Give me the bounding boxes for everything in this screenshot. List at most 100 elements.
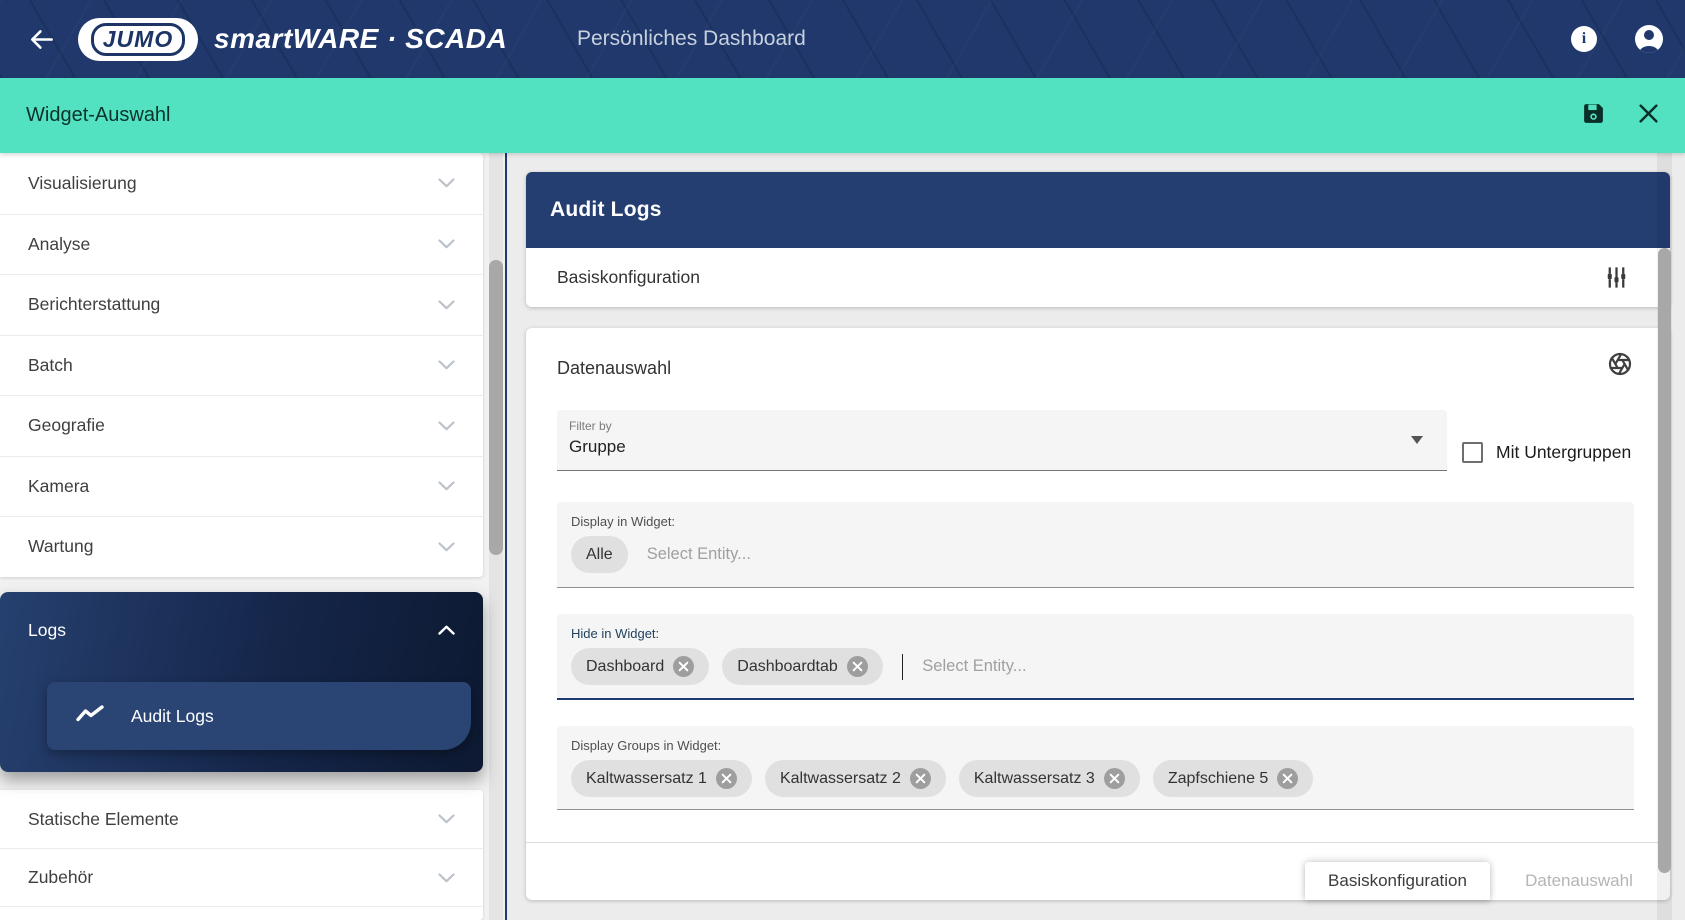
sidebar-scrollbar-thumb[interactable]	[489, 260, 503, 555]
save-icon[interactable]	[1581, 101, 1606, 131]
sidebar-item-label: Statische Elemente	[28, 809, 179, 830]
sidebar-item-geografie[interactable]: Geografie	[0, 395, 483, 456]
sidebar-item-zubeh-r[interactable]: Zubehör	[0, 848, 483, 906]
sidebar-item-label: Visualisierung	[28, 173, 137, 194]
sidebar-group-logs: Logs Audit Logs	[0, 592, 483, 772]
sidebar-item-label: Kamera	[28, 476, 89, 497]
remove-chip-icon[interactable]	[1277, 768, 1298, 789]
chevron-down-icon	[438, 873, 455, 883]
sidebar-item-label: Wartung	[28, 536, 94, 557]
subgroups-label: Mit Untergruppen	[1496, 442, 1631, 463]
sidebar-item-kamera[interactable]: Kamera	[0, 456, 483, 517]
entity-panel-1[interactable]: Hide in Widget: Dashboard Dashboardtab Sele…	[557, 614, 1634, 700]
section-label: Basiskonfiguration	[557, 267, 700, 288]
data-selection-title: Datenauswahl	[557, 358, 671, 379]
sidebar-item-partial	[0, 906, 483, 920]
filter-by-select[interactable]: Filter by Gruppe	[557, 410, 1447, 471]
remove-chip-icon[interactable]	[1104, 768, 1125, 789]
navbar-actions	[1571, 0, 1663, 78]
widget-selection-screen: JUMO smartWARE · SCADA Persönliches Dash…	[0, 0, 1685, 920]
caret-down-icon	[1411, 436, 1423, 444]
entity-input-placeholder[interactable]: Select Entity...	[647, 545, 751, 564]
sidebar-item-batch[interactable]: Batch	[0, 335, 483, 396]
remove-chip-icon[interactable]	[716, 768, 737, 789]
entity-panel-2[interactable]: Display Groups in Widget: Kaltwassersatz …	[557, 726, 1634, 810]
jumo-logo: JUMO	[78, 18, 198, 61]
content-divider	[505, 153, 507, 920]
sidebar-item-audit-logs[interactable]: Audit Logs	[47, 682, 471, 750]
sidebar-item-logs[interactable]: Logs	[0, 592, 483, 668]
sidebar-item-label: Batch	[28, 355, 73, 376]
chip-kaltwassersatz-3[interactable]: Kaltwassersatz 3	[959, 760, 1140, 797]
text-cursor	[902, 654, 904, 680]
chip-label: Kaltwassersatz 1	[586, 770, 707, 788]
sidebar-item-label: Analyse	[28, 234, 90, 255]
chip-zapfschiene-5[interactable]: Zapfschiene 5	[1153, 760, 1314, 797]
chevron-down-icon	[438, 542, 455, 552]
chip-label: Dashboard	[586, 658, 664, 676]
sidebar-item-label: Zubehör	[28, 867, 93, 888]
audit-logs-widget-card: Audit Logs Basiskonfiguration	[526, 172, 1670, 307]
entity-panel-label: Display in Widget:	[557, 502, 1634, 529]
sidebar-item-label: Geografie	[28, 415, 105, 436]
back-arrow-icon[interactable]	[26, 24, 56, 54]
chip-label: Dashboardtab	[737, 658, 838, 676]
widget-category-list-bottom: Statische Elemente Zubehör	[0, 790, 483, 920]
chevron-down-icon	[438, 814, 455, 824]
chip-dashboardtab[interactable]: Dashboardtab	[722, 648, 883, 685]
chevron-down-icon	[438, 178, 455, 188]
close-icon[interactable]	[1638, 103, 1659, 129]
subgroups-option: Mit Untergruppen	[1462, 442, 1631, 463]
select-value: Gruppe	[569, 437, 626, 457]
brand-title: smartWARE · SCADA	[214, 23, 507, 55]
subgroups-checkbox[interactable]	[1462, 442, 1483, 463]
page-title: Persönliches Dashboard	[577, 0, 806, 78]
widget-category-list: Visualisierung Analyse Berichterstattung Ba…	[0, 153, 483, 577]
entity-input-placeholder[interactable]: Select Entity...	[922, 657, 1026, 676]
sidebar-item-label: Berichterstattung	[28, 294, 160, 315]
chevron-up-icon	[438, 625, 455, 635]
chip-label: Alle	[586, 546, 613, 564]
entity-panel-label: Display Groups in Widget:	[557, 726, 1634, 753]
aperture-icon[interactable]	[1608, 352, 1632, 381]
line-chart-icon	[75, 704, 105, 729]
basiskonfiguration-tab-button[interactable]: Basiskonfiguration	[1305, 862, 1490, 900]
footer-divider	[526, 842, 1670, 843]
select-floating-label: Filter by	[569, 419, 612, 433]
widget-title-bar: Audit Logs	[526, 172, 1670, 248]
widget-title: Audit Logs	[550, 198, 662, 222]
datenauswahl-card: Datenauswahl Filter by Gruppe Mit Unterg…	[526, 328, 1670, 900]
datenauswahl-tab-disabled: Datenauswahl	[1523, 862, 1635, 900]
remove-chip-icon[interactable]	[847, 656, 868, 677]
info-icon[interactable]	[1571, 26, 1597, 52]
dialog-title: Widget-Auswahl	[26, 104, 171, 127]
chevron-down-icon	[438, 239, 455, 249]
chevron-down-icon	[438, 300, 455, 310]
entity-panel-0[interactable]: Display in Widget: Alle Select Entity...	[557, 502, 1634, 588]
sliders-icon[interactable]	[1603, 264, 1630, 296]
entity-panel-label: Hide in Widget:	[557, 614, 1634, 641]
main-scrollbar-thumb[interactable]	[1658, 248, 1671, 873]
top-navbar: JUMO smartWARE · SCADA Persönliches Dash…	[0, 0, 1685, 78]
sidebar-subitem-label: Audit Logs	[131, 706, 214, 727]
chip-label: Kaltwassersatz 3	[974, 770, 1095, 788]
jumo-logo-text: JUMO	[91, 23, 185, 56]
sidebar-item-analyse[interactable]: Analyse	[0, 214, 483, 275]
chip-alle[interactable]: Alle	[571, 536, 628, 573]
chevron-down-icon	[438, 421, 455, 431]
account-circle-icon[interactable]	[1635, 25, 1663, 53]
remove-chip-icon[interactable]	[910, 768, 931, 789]
chip-label: Kaltwassersatz 2	[780, 770, 901, 788]
remove-chip-icon[interactable]	[673, 656, 694, 677]
sidebar-item-berichterstattung[interactable]: Berichterstattung	[0, 274, 483, 335]
chip-dashboard[interactable]: Dashboard	[571, 648, 709, 685]
sidebar-item-wartung[interactable]: Wartung	[0, 516, 483, 577]
sidebar-item-visualisierung[interactable]: Visualisierung	[0, 153, 483, 214]
chip-kaltwassersatz-2[interactable]: Kaltwassersatz 2	[765, 760, 946, 797]
chip-label: Zapfschiene 5	[1168, 770, 1269, 788]
sidebar-item-label: Logs	[28, 620, 66, 641]
chevron-down-icon	[438, 360, 455, 370]
chip-kaltwassersatz-1[interactable]: Kaltwassersatz 1	[571, 760, 752, 797]
basiskonfiguration-section[interactable]: Basiskonfiguration	[526, 248, 1670, 307]
sidebar-item-statische-elemente[interactable]: Statische Elemente	[0, 790, 483, 848]
